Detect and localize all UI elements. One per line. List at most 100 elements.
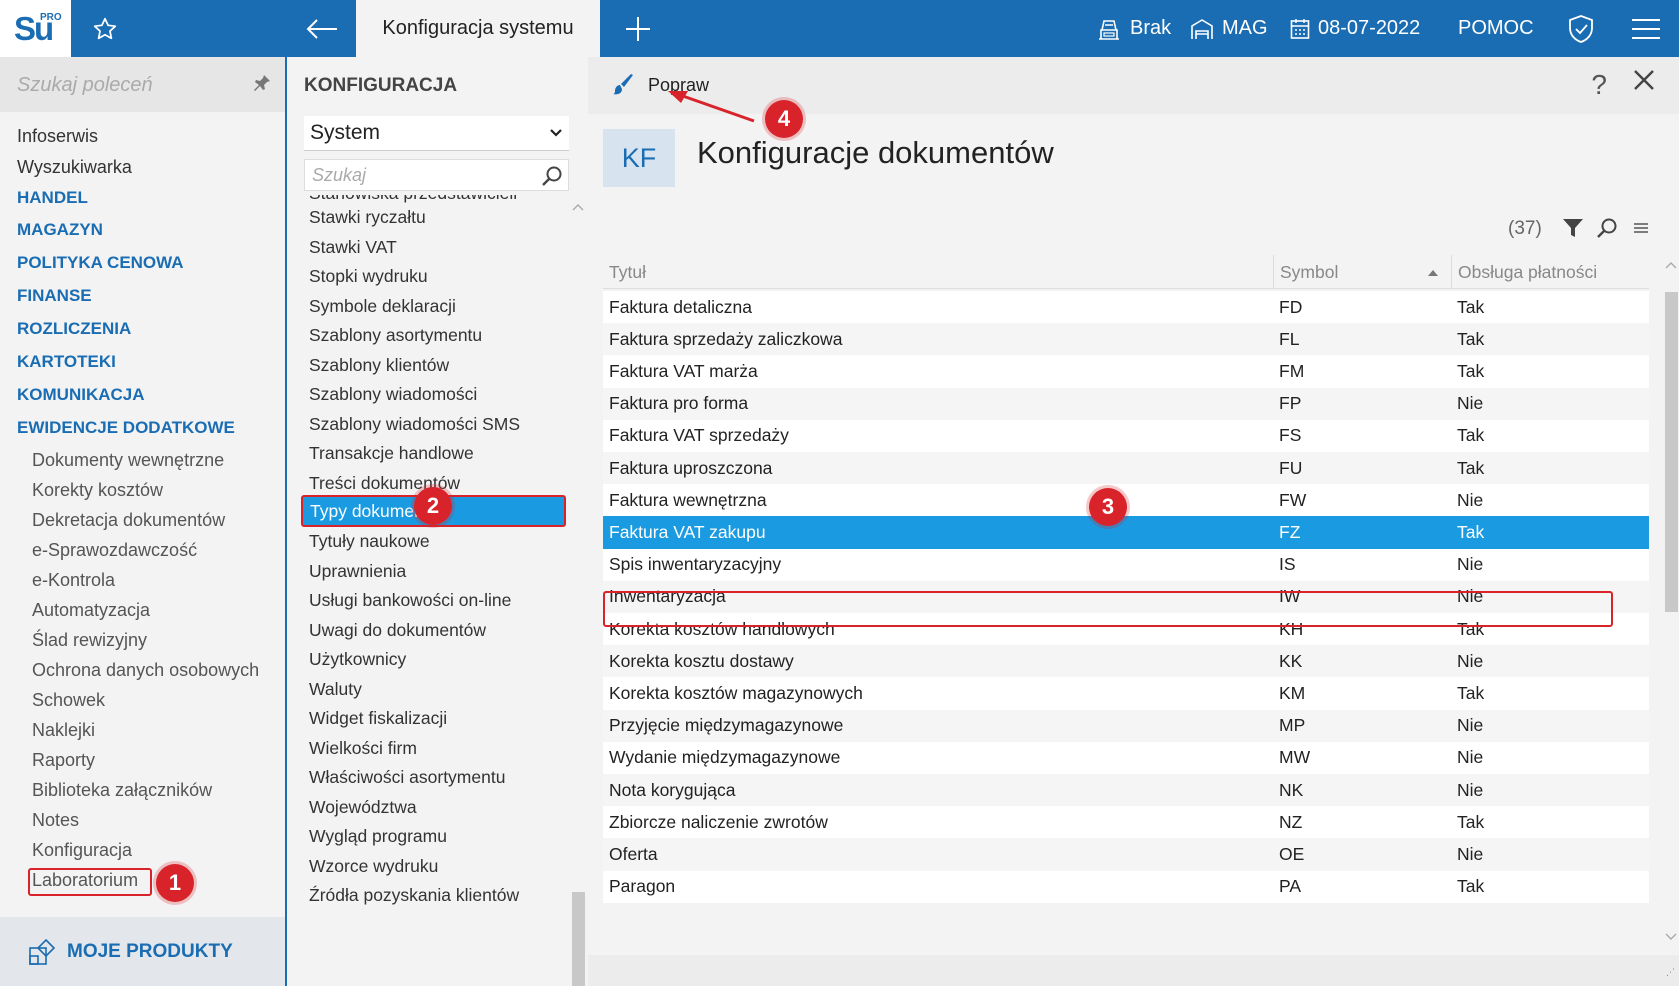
scroll-up-icon[interactable] xyxy=(1665,261,1677,269)
nav-sub-item[interactable]: Automatyzacja xyxy=(32,600,150,621)
config-list-item[interactable]: Szablony wiadomości xyxy=(309,384,477,405)
nav-sub-item[interactable]: Ochrona danych osobowych xyxy=(32,660,259,681)
table-row-selected[interactable]: Faktura VAT zakupu FZ Tak xyxy=(603,516,1649,549)
table-row[interactable]: Korekta kosztów handlowych KH Tak xyxy=(603,613,1649,646)
nav-sub-item[interactable]: Notes xyxy=(32,810,79,831)
nav-sub-item[interactable]: Biblioteka załączników xyxy=(32,780,212,801)
nav-section-polityka-cenowa[interactable]: POLITYKA CENOWA xyxy=(17,253,184,273)
config-list-item[interactable]: Stawki ryczałtu xyxy=(309,207,426,228)
pin-icon[interactable] xyxy=(253,74,271,97)
app-logo[interactable]: Su PRO xyxy=(0,0,71,57)
grid-scrollbar[interactable] xyxy=(1664,257,1679,947)
config-list-item[interactable]: Tytuły naukowe xyxy=(309,531,430,552)
nav-section-handel[interactable]: HANDEL xyxy=(17,188,88,208)
table-row[interactable]: Korekta kosztów magazynowych KM Tak xyxy=(603,677,1649,710)
table-row[interactable]: Faktura pro forma FP Nie xyxy=(603,387,1649,420)
column-header-symbol[interactable]: Symbol xyxy=(1273,255,1451,289)
config-list-item[interactable]: Użytkownicy xyxy=(309,649,406,670)
nav-section-finanse[interactable]: FINANSE xyxy=(17,286,92,306)
nav-section-kartoteki[interactable]: KARTOTEKI xyxy=(17,352,116,372)
config-category-select[interactable]: System xyxy=(304,116,569,151)
config-list-item[interactable]: Województwa xyxy=(309,797,417,818)
nav-sub-item-laboratorium[interactable]: Laboratorium xyxy=(32,870,138,891)
config-list-item[interactable]: Wzorce wydruku xyxy=(309,856,438,877)
resize-grip-icon[interactable]: ⋰ xyxy=(1666,967,1675,978)
nav-wyszukiwarka[interactable]: Wyszukiwarka xyxy=(17,157,132,178)
config-list-item[interactable]: Transakcje handlowe xyxy=(309,443,474,464)
config-list-scrollbar[interactable] xyxy=(569,195,587,986)
warehouse-status[interactable]: MAG xyxy=(1190,0,1268,57)
scroll-down-icon[interactable] xyxy=(1665,933,1677,941)
nav-sub-item[interactable]: Schowek xyxy=(32,690,105,711)
config-list-item[interactable]: Wielkości firm xyxy=(309,738,417,759)
add-tab-plus-icon[interactable] xyxy=(604,0,672,57)
nav-sub-item[interactable]: e-Kontrola xyxy=(32,570,115,591)
nav-section-rozliczenia[interactable]: ROZLICZENIA xyxy=(17,319,131,339)
config-list-item[interactable]: Szablony klientów xyxy=(309,355,449,376)
config-list-item[interactable]: Usługi bankowości on-line xyxy=(309,590,511,611)
config-list-item[interactable]: Stanowiska przedstawicieli xyxy=(309,195,517,204)
config-list-item[interactable]: Uprawnienia xyxy=(309,561,406,582)
nav-infoserwis[interactable]: Infoserwis xyxy=(17,126,98,147)
table-row[interactable]: Paragon PA Tak xyxy=(603,870,1649,903)
nav-sub-item[interactable]: Ślad rewizyjny xyxy=(32,630,147,651)
command-search-input[interactable]: Szukaj poleceń xyxy=(0,57,285,112)
table-row[interactable]: Inwentaryzacja IW Nie xyxy=(603,580,1649,613)
columns-menu-icon[interactable] xyxy=(1632,217,1650,244)
scrollbar-thumb[interactable] xyxy=(572,892,585,986)
my-products-button[interactable]: MOJE PRODUKTY xyxy=(0,917,285,986)
config-list-item[interactable]: Widget fiskalizacji xyxy=(309,708,447,729)
table-row[interactable]: Przyjęcie międzymagazynowe MP Nie xyxy=(603,709,1649,742)
config-list-item[interactable]: Uwagi do dokumentów xyxy=(309,620,486,641)
table-row[interactable]: Korekta kosztu dostawy KK Nie xyxy=(603,645,1649,678)
scrollbar-thumb[interactable] xyxy=(1665,292,1678,612)
nav-sub-item[interactable]: Korekty kosztów xyxy=(32,480,163,501)
nav-sub-item[interactable]: Dokumenty wewnętrzne xyxy=(32,450,224,471)
table-row[interactable]: Faktura VAT sprzedaży FS Tak xyxy=(603,419,1649,452)
table-row[interactable]: Spis inwentaryzacyjny IS Nie xyxy=(603,548,1649,581)
config-list-item[interactable]: Wygląd programu xyxy=(309,826,447,847)
table-row[interactable]: Faktura VAT marża FM Tak xyxy=(603,355,1649,388)
config-list-item[interactable]: Stopki wydruku xyxy=(309,266,428,287)
nav-section-ewidencje-dodatkowe[interactable]: EWIDENCJE DODATKOWE xyxy=(17,418,235,438)
table-row[interactable]: Zbiorcze naliczenie zwrotów NZ Tak xyxy=(603,806,1649,839)
filter-icon[interactable] xyxy=(1562,217,1584,244)
working-date[interactable]: 08-07-2022 xyxy=(1290,0,1420,57)
config-list-item[interactable]: Szablony wiadomości SMS xyxy=(309,414,520,435)
config-list-item[interactable]: Szablony asortymentu xyxy=(309,325,482,346)
cash-register-status[interactable]: Brak xyxy=(1096,0,1171,57)
nav-sub-item[interactable]: Naklejki xyxy=(32,720,95,741)
cell-symbol: FL xyxy=(1279,328,1300,349)
nav-sub-item-konfiguracja[interactable]: Konfiguracja xyxy=(32,840,132,861)
favorites-star-icon[interactable] xyxy=(71,0,139,57)
table-row[interactable]: Oferta OE Nie xyxy=(603,838,1649,871)
search-icon[interactable] xyxy=(540,164,564,193)
nav-sub-item[interactable]: Dekretacja dokumentów xyxy=(32,510,225,531)
config-list-item[interactable]: Symbole deklaracji xyxy=(309,296,456,317)
close-icon[interactable] xyxy=(1633,69,1655,96)
config-search-input[interactable]: Szukaj xyxy=(304,159,569,191)
column-header-title[interactable]: Tytuł xyxy=(603,255,1273,289)
table-row[interactable]: Wydanie międzymagazynowe MW Nie xyxy=(603,741,1649,774)
scroll-up-icon[interactable] xyxy=(572,203,584,211)
hamburger-menu-icon[interactable] xyxy=(1618,0,1674,57)
column-header-payment[interactable]: Obsługa płatności xyxy=(1451,255,1649,289)
help-question-icon[interactable]: ? xyxy=(1591,69,1607,101)
help-menu-link[interactable]: POMOC xyxy=(1458,0,1534,57)
config-list-item[interactable]: Waluty xyxy=(309,679,362,700)
config-list-item[interactable]: Właściwości asortymentu xyxy=(309,767,505,788)
table-row[interactable]: Faktura uproszczona FU Tak xyxy=(603,452,1649,485)
nav-section-magazyn[interactable]: MAGAZYN xyxy=(17,220,103,240)
nav-sub-item[interactable]: e-Sprawozdawczość xyxy=(32,540,197,561)
tab-system-configuration[interactable]: Konfiguracja systemu xyxy=(356,0,600,57)
config-list-item[interactable]: Źródła pozyskania klientów xyxy=(309,885,519,906)
nav-sub-item[interactable]: Raporty xyxy=(32,750,95,771)
shield-icon[interactable] xyxy=(1556,0,1606,57)
nav-section-komunikacja[interactable]: KOMUNIKACJA xyxy=(17,385,145,405)
table-row[interactable]: Nota korygująca NK Nie xyxy=(603,774,1649,807)
search-icon[interactable] xyxy=(1596,217,1618,244)
config-list-item[interactable]: Stawki VAT xyxy=(309,237,397,258)
table-row[interactable]: Faktura sprzedaży zaliczkowa FL Tak xyxy=(603,323,1649,356)
back-arrow-icon[interactable] xyxy=(288,0,356,57)
table-row[interactable]: Faktura detaliczna FD Tak xyxy=(603,291,1649,324)
